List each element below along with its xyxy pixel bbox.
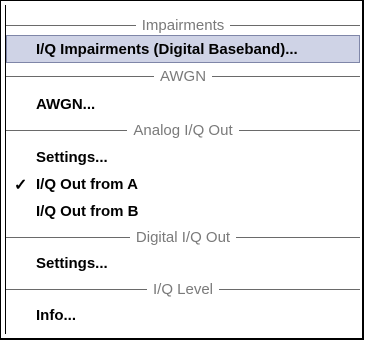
- menu-item-label: I/Q Impairments (Digital Baseband)...: [36, 40, 298, 58]
- menu-item-iq-out-from-a[interactable]: ✓ I/Q Out from A: [6, 170, 360, 198]
- menu-item-analog-settings[interactable]: Settings...: [6, 143, 360, 171]
- section-header-analog-iq-out: Analog I/Q Out: [6, 116, 360, 144]
- menu-item-label: Settings...: [36, 148, 108, 166]
- menu-item-info[interactable]: Info...: [6, 301, 360, 329]
- section-header-label: Impairments: [141, 16, 225, 34]
- section-header-label: AWGN: [159, 67, 207, 85]
- section-header-label: Digital I/Q Out: [135, 228, 231, 246]
- menu-item-digital-settings[interactable]: Settings...: [6, 249, 360, 277]
- menu-item-label: Info...: [36, 306, 76, 324]
- section-header-iq-level: I/Q Level: [6, 275, 360, 303]
- checkmark-icon: ✓: [14, 177, 28, 194]
- menu-item-iq-out-from-b[interactable]: I/Q Out from B: [6, 197, 360, 225]
- menu-item-iq-impairments[interactable]: I/Q Impairments (Digital Baseband)...: [6, 35, 360, 63]
- menu-item-label: AWGN...: [36, 95, 96, 113]
- menu-item-label: Settings...: [36, 254, 108, 272]
- context-menu: Impairments I/Q Impairments (Digital Bas…: [0, 0, 364, 340]
- menu-item-label: I/Q Out from B: [36, 202, 139, 220]
- section-header-label: Analog I/Q Out: [133, 121, 233, 139]
- menu-item-label: I/Q Out from A: [36, 175, 138, 193]
- section-header-digital-iq-out: Digital I/Q Out: [6, 223, 360, 251]
- menu-item-awgn[interactable]: AWGN...: [6, 90, 360, 118]
- section-header-awgn: AWGN: [6, 62, 360, 90]
- section-header-label: I/Q Level: [152, 280, 214, 298]
